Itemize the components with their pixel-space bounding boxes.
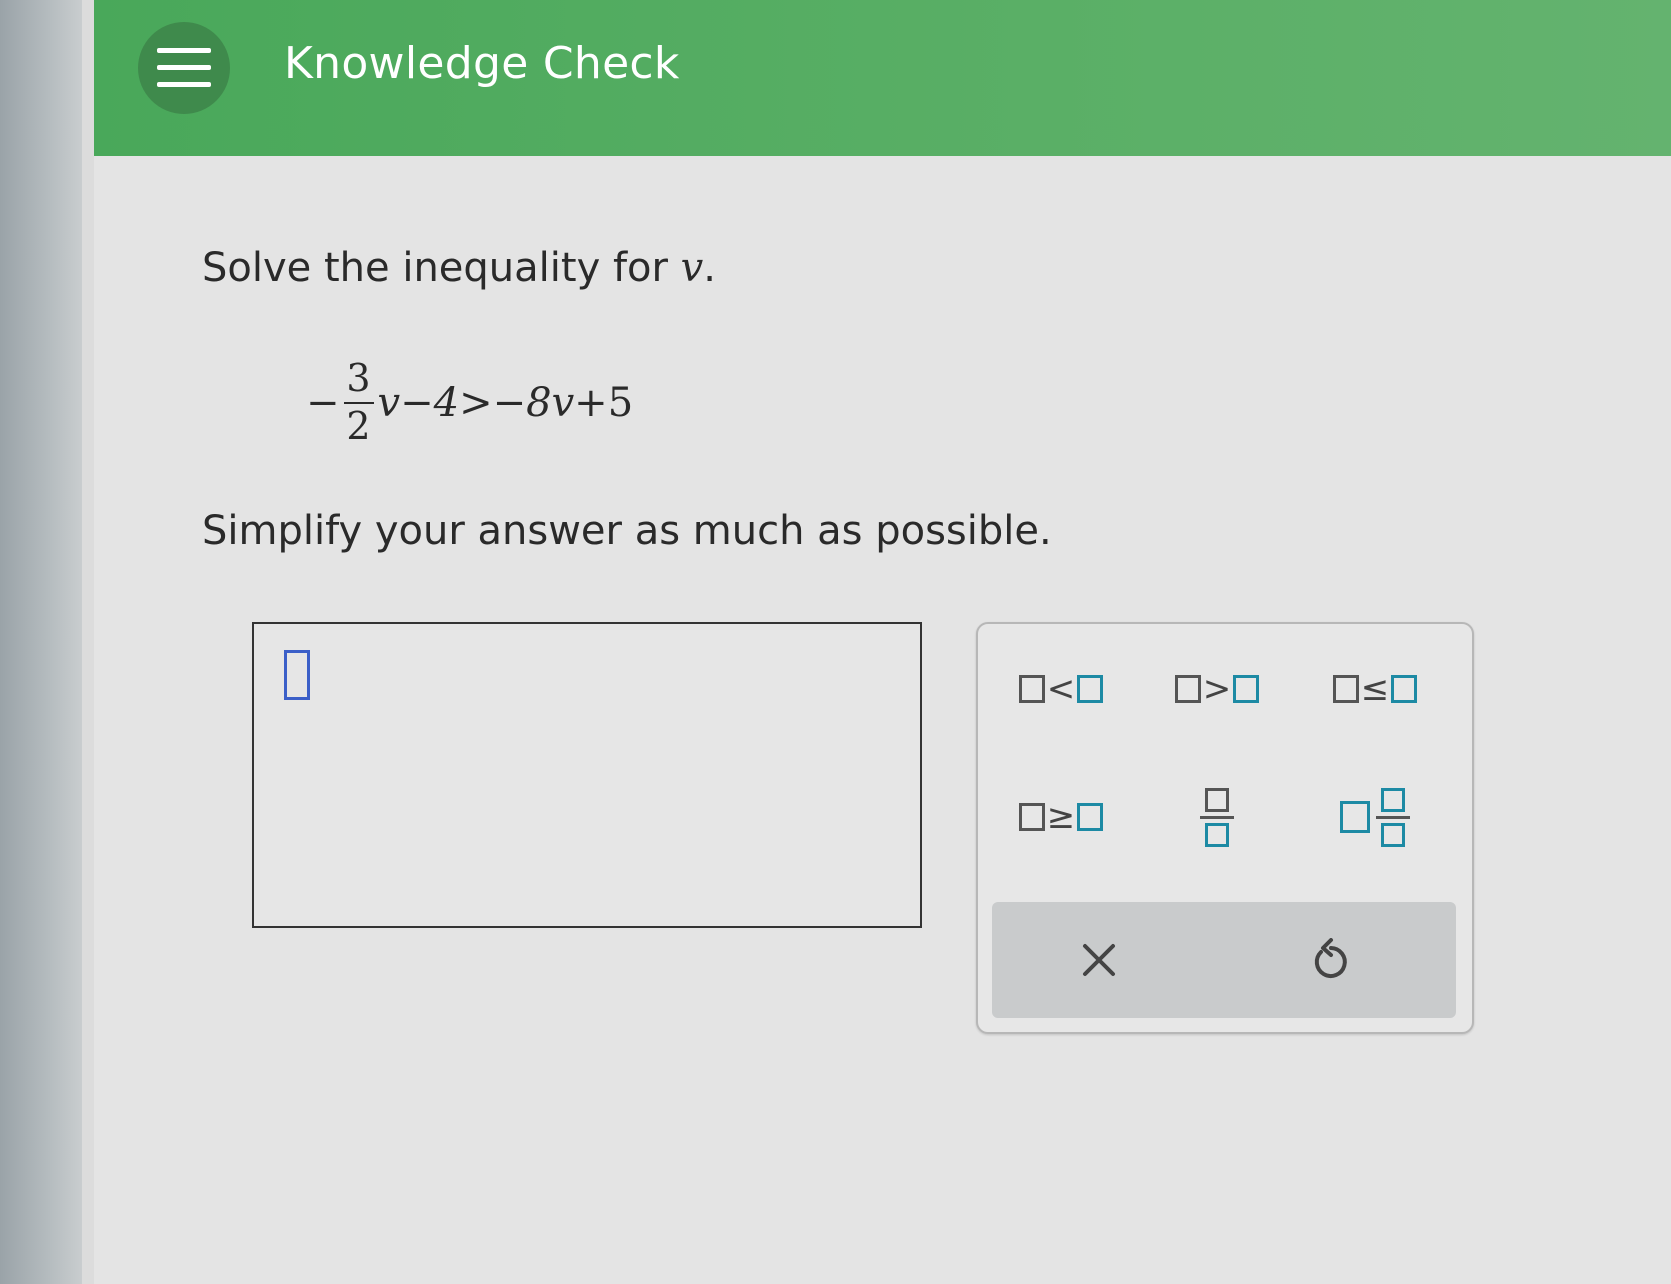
- placeholder-box-icon: [1018, 675, 1045, 703]
- greater-than-symbol: >: [1202, 669, 1232, 709]
- mixed-number-key[interactable]: [1310, 774, 1440, 860]
- less-than-key[interactable]: <: [996, 654, 1126, 724]
- greater-than-key[interactable]: >: [1152, 654, 1282, 724]
- header-bar: Knowledge Check: [94, 0, 1671, 156]
- fraction-numerator: 3: [346, 356, 371, 401]
- equation-leading-sign: −: [306, 380, 340, 426]
- fraction-key[interactable]: [1152, 774, 1282, 860]
- screen-bezel: [0, 0, 82, 1284]
- placeholder-box-icon: [1391, 675, 1418, 703]
- placeholder-box-icon: [1018, 803, 1045, 831]
- inequality-expression: − 3 2 v−4>−8 v +5: [306, 348, 633, 458]
- placeholder-box-icon: [1340, 801, 1370, 833]
- keypad-action-bar: [992, 902, 1456, 1018]
- close-icon: [1083, 944, 1115, 976]
- less-equal-symbol: ≤: [1360, 669, 1390, 709]
- less-than-symbol: <: [1046, 669, 1076, 709]
- instruction-text: Simplify your answer as much as possible…: [202, 508, 1052, 554]
- hamburger-menu-icon: [157, 48, 211, 87]
- fraction-icon: [1200, 787, 1234, 847]
- placeholder-box-icon: [1233, 675, 1260, 703]
- input-cursor-slot[interactable]: [284, 650, 310, 700]
- greater-equal-symbol: ≥: [1046, 797, 1076, 837]
- fraction-denominator: 2: [346, 404, 371, 448]
- menu-button[interactable]: [138, 22, 230, 114]
- placeholder-box-icon: [1077, 803, 1104, 831]
- clear-button[interactable]: [1054, 928, 1144, 992]
- fraction-icon: [1376, 787, 1410, 847]
- equation-variable: v: [551, 380, 575, 426]
- placeholder-box-icon: [1174, 675, 1201, 703]
- answer-input[interactable]: [252, 622, 922, 928]
- greater-equal-key[interactable]: ≥: [996, 782, 1126, 852]
- less-equal-key[interactable]: ≤: [1310, 654, 1440, 724]
- page-title: Knowledge Check: [284, 38, 680, 89]
- question-prompt: Solve the inequality for v.: [202, 245, 716, 291]
- undo-icon: [1314, 938, 1347, 978]
- app-window: Knowledge Check Solve the inequality for…: [94, 0, 1671, 1284]
- placeholder-box-icon: [1077, 675, 1104, 703]
- equation-lhs-rest: v−4>−8: [377, 380, 552, 426]
- math-keypad: < > ≤ ≥: [976, 622, 1474, 1034]
- prompt-variable: v: [680, 245, 704, 291]
- prompt-prefix: Solve the inequality for: [202, 245, 681, 291]
- equation-tail: +5: [574, 380, 634, 426]
- equation-fraction: 3 2: [343, 356, 374, 448]
- prompt-suffix: .: [703, 245, 716, 291]
- undo-button[interactable]: [1286, 928, 1376, 992]
- placeholder-box-icon: [1332, 675, 1359, 703]
